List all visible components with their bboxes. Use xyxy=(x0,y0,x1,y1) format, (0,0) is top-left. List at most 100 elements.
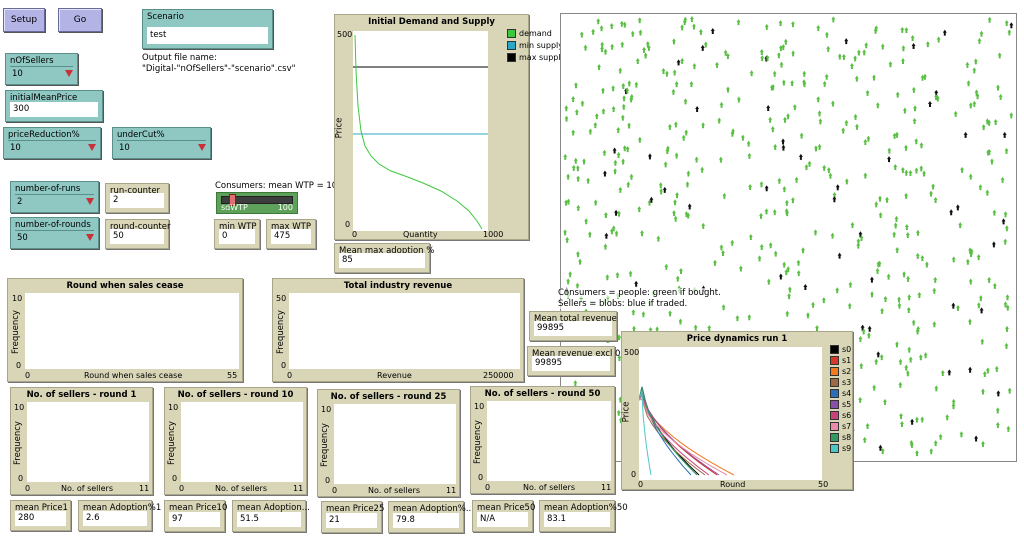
mean-price10-value: 97 xyxy=(169,512,220,527)
legend-swatch xyxy=(830,444,839,453)
consumer-agent xyxy=(907,346,912,353)
consumer-agent xyxy=(979,30,984,37)
number-of-runs-value[interactable]: 2 xyxy=(15,194,94,208)
plot-title: Round when sales cease xyxy=(66,281,184,291)
plot-area xyxy=(27,402,149,482)
go-button[interactable]: Go xyxy=(58,8,102,32)
mean-price1-value: 280 xyxy=(15,511,66,526)
legend-max-supply: max supply xyxy=(507,53,565,62)
x-min-tick: 0 xyxy=(25,371,31,380)
number-of-rounds-chooser[interactable]: number-of-rounds 50 xyxy=(10,217,99,249)
seller-agent xyxy=(963,131,968,138)
consumer-agent xyxy=(919,142,924,149)
consumer-agent xyxy=(784,199,789,206)
sdwtp-slider[interactable]: sdWTP 100 xyxy=(216,192,298,214)
consumer-agent xyxy=(610,43,615,50)
mean-adoption10-monitor: mean Adoption... 51.5 xyxy=(232,500,310,532)
consumer-agent xyxy=(848,281,853,288)
consumer-agent xyxy=(920,416,925,423)
consumer-agent xyxy=(586,177,591,184)
scenario-label: Scenario xyxy=(147,12,184,22)
consumer-agent xyxy=(673,199,678,206)
consumer-agent xyxy=(862,49,867,56)
mean-max-adoption-monitor: Mean max adoption % 85 xyxy=(334,243,434,273)
seller-agent xyxy=(781,138,786,145)
consumer-agent xyxy=(1004,342,1009,349)
consumer-agent xyxy=(591,28,596,35)
consumer-agent xyxy=(898,381,903,388)
consumer-agent xyxy=(672,69,677,76)
consumer-agent xyxy=(603,211,608,218)
seller-agent xyxy=(951,302,956,309)
consumer-agent xyxy=(856,238,861,245)
number-of-runs-chooser[interactable]: number-of-runs 2 xyxy=(10,181,99,213)
consumer-agent xyxy=(936,36,941,43)
consumer-agent xyxy=(736,96,741,103)
n-of-sellers-chooser[interactable]: nOfSellers 10 xyxy=(5,53,78,85)
initial-mean-price-input-box[interactable]: initialMeanPrice 300 xyxy=(5,90,103,122)
consumer-agent xyxy=(904,169,909,176)
sellers-round25-plot: No. of sellers - round 25 10 0 0 No. of … xyxy=(317,389,460,497)
consumer-agent xyxy=(915,229,920,236)
consumer-agent xyxy=(568,271,573,278)
initial-mean-price-input[interactable]: 300 xyxy=(10,102,98,117)
consumer-agent xyxy=(748,183,753,190)
plot-area xyxy=(638,347,822,480)
chevron-down-icon[interactable] xyxy=(198,144,206,151)
scenario-input-box[interactable]: Scenario test xyxy=(142,9,273,49)
chevron-down-icon[interactable] xyxy=(65,70,73,77)
consumer-agent xyxy=(968,102,973,109)
consumer-agent xyxy=(1005,325,1010,332)
number-of-rounds-value[interactable]: 50 xyxy=(15,230,94,244)
consumer-agent xyxy=(689,16,694,23)
consumer-agent xyxy=(588,128,593,135)
consumer-agent xyxy=(630,30,635,37)
consumer-agent xyxy=(826,45,831,52)
seller-agent xyxy=(1001,218,1006,225)
consumer-agent xyxy=(911,319,916,326)
consumer-agent xyxy=(992,209,997,216)
consumer-agent xyxy=(817,110,822,117)
y-axis-label: Price xyxy=(334,117,345,139)
consumer-agent xyxy=(1006,425,1011,432)
n-of-sellers-value[interactable]: 10 xyxy=(10,66,73,80)
mean-adoption1-value: 2.6 xyxy=(83,511,147,526)
consumer-agent xyxy=(801,247,806,254)
y-axis-label: Price xyxy=(621,401,632,423)
consumer-agent xyxy=(886,273,891,280)
consumer-agent xyxy=(951,256,956,263)
y-max-tick: 10 xyxy=(14,403,25,412)
chevron-down-icon[interactable] xyxy=(86,234,94,241)
consumer-agent xyxy=(718,156,723,163)
chevron-down-icon[interactable] xyxy=(86,198,94,205)
consumer-agent xyxy=(787,286,792,293)
seller-agent xyxy=(949,209,954,216)
under-cut-value[interactable]: 10 xyxy=(117,140,206,154)
consumer-agent xyxy=(609,22,614,29)
under-cut-chooser[interactable]: underCut% 10 xyxy=(112,127,211,159)
consumer-agent xyxy=(667,123,672,130)
consumer-agent xyxy=(914,167,919,174)
chevron-down-icon[interactable] xyxy=(88,144,96,151)
consumer-agent xyxy=(681,134,686,141)
consumer-agent xyxy=(859,362,864,369)
consumer-agent xyxy=(785,310,790,317)
plot-area xyxy=(289,293,520,369)
consumer-agent xyxy=(956,304,961,311)
consumer-agent xyxy=(759,49,764,56)
consumer-agent xyxy=(906,275,911,282)
y-axis-label: Frequency xyxy=(12,421,23,465)
consumer-agent xyxy=(563,229,568,236)
consumer-agent xyxy=(637,206,642,213)
consumer-agent xyxy=(802,70,807,77)
consumer-agent xyxy=(730,239,735,246)
consumer-agent xyxy=(945,414,950,421)
scenario-input[interactable]: test xyxy=(147,27,268,44)
consumer-agent xyxy=(573,82,578,89)
mean-price50-monitor: mean Price50 N/A xyxy=(472,500,535,532)
consumer-agent xyxy=(914,138,919,145)
price-reduction-chooser[interactable]: priceReduction% 10 xyxy=(3,127,101,159)
price-reduction-value[interactable]: 10 xyxy=(8,140,96,154)
legend-demand: demand xyxy=(507,29,552,38)
setup-button[interactable]: Setup xyxy=(3,8,45,32)
